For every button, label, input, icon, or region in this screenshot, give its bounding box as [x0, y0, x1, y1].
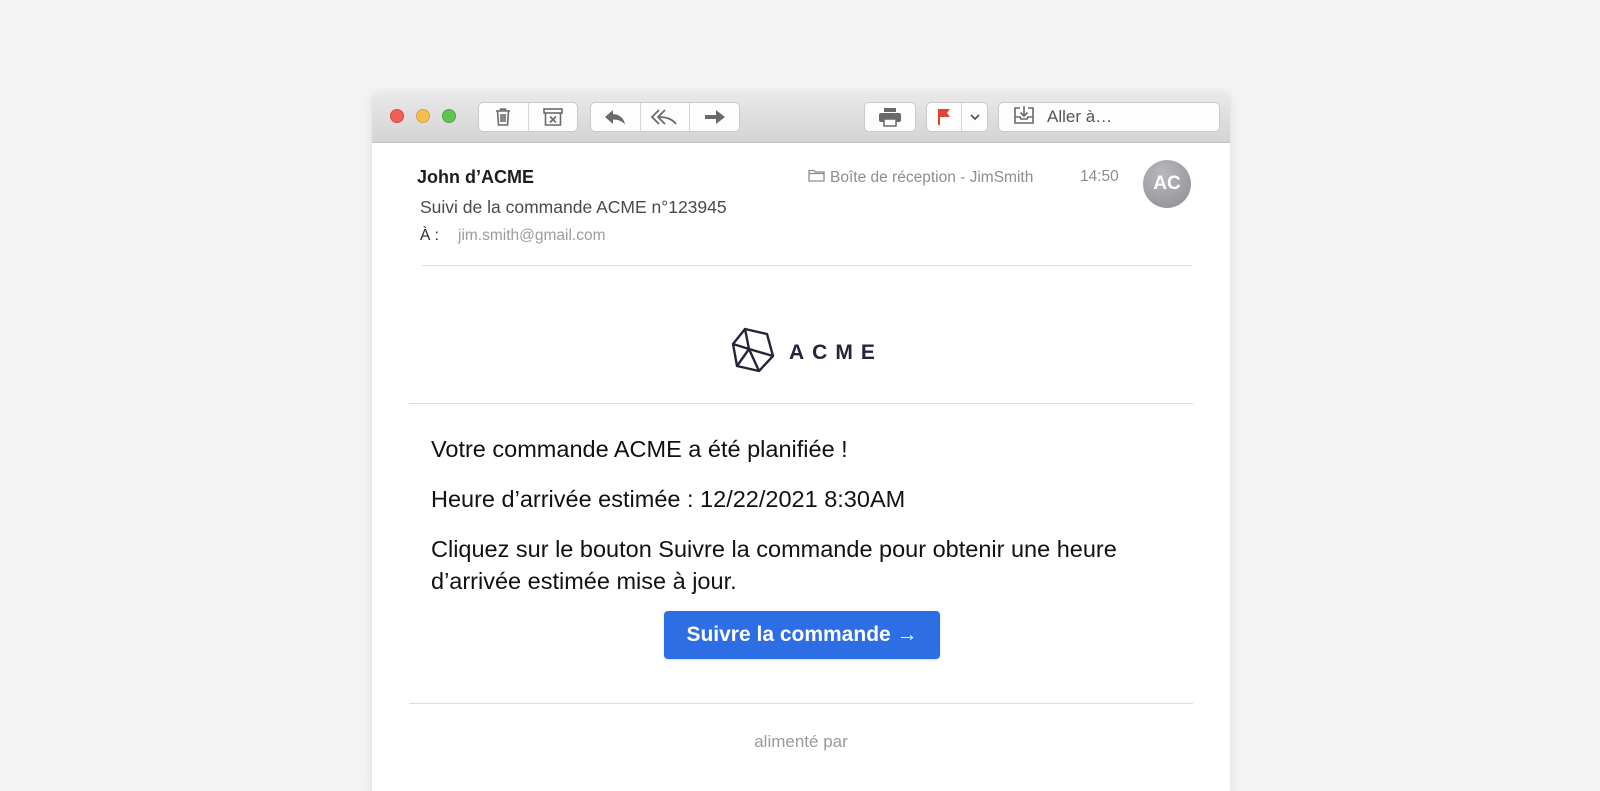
avatar: AC [1143, 160, 1191, 208]
avatar-initials: AC [1153, 173, 1181, 194]
brand-name: ACME [789, 340, 883, 364]
powered-by-text: alimenté par [754, 732, 848, 751]
message-area: John d’ACME Suivi de la commande ACME n°… [372, 50, 1230, 791]
header-divider [422, 265, 1192, 266]
mailbox-location[interactable]: Boîte de réception - JimSmith [808, 168, 1033, 187]
email-line-eta: Heure d’arrivée estimée : 12/22/2021 8:3… [431, 486, 906, 512]
sender-name: John d’ACME [417, 167, 534, 187]
logo-divider [409, 403, 1193, 404]
message-subject: Suivi de la commande ACME n°123945 [420, 197, 727, 217]
mailbox-label: Boîte de réception - JimSmith [830, 168, 1034, 186]
acme-logo: ACME [731, 326, 883, 379]
email-line-scheduled: Votre commande ACME a été planifiée ! [431, 436, 848, 462]
message-time: 14:50 [1080, 168, 1119, 185]
email-line-instructions: Cliquez sur le bouton Suivre la commande… [431, 536, 1117, 594]
track-order-button[interactable]: Suivre la commande → [664, 611, 940, 659]
footer-divider [409, 703, 1193, 704]
cube-logo-icon [731, 326, 775, 379]
folder-icon [808, 168, 830, 187]
recipient-email[interactable]: jim.smith@gmail.com [458, 227, 606, 245]
to-label: À : [420, 227, 439, 244]
